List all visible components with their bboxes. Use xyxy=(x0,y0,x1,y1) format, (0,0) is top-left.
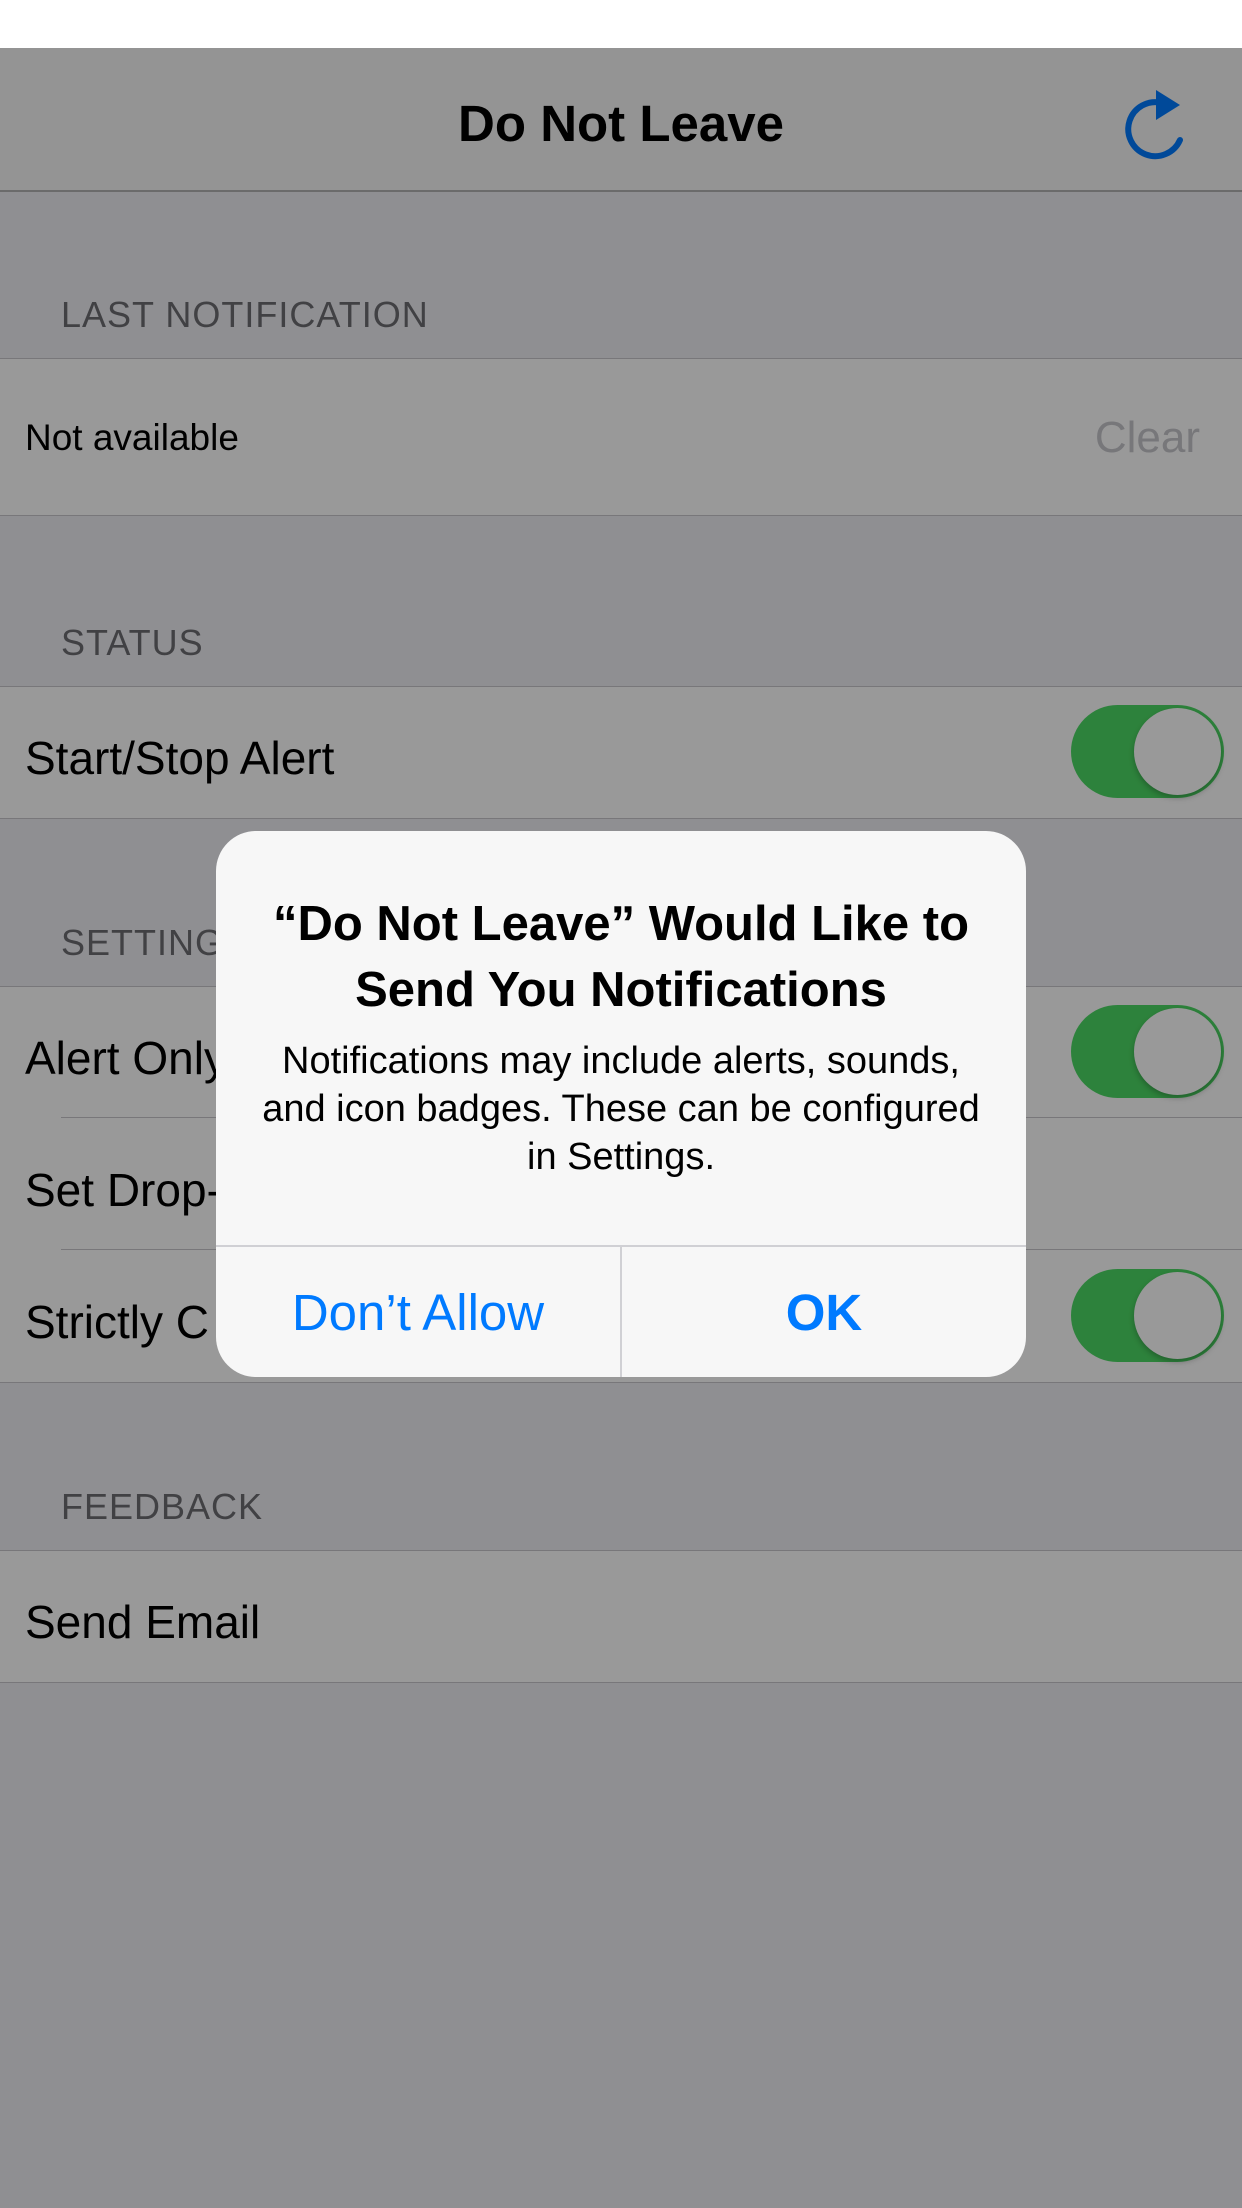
status-bar xyxy=(0,0,1242,48)
ok-button[interactable]: OK xyxy=(622,1247,1026,1377)
dont-allow-button[interactable]: Don’t Allow xyxy=(216,1247,620,1377)
alert-message: Notifications may include alerts, sounds… xyxy=(262,1040,980,1178)
notification-permission-alert: “Do Not Leave” Would Like to Send You No… xyxy=(216,831,1026,1377)
alert-title: “Do Not Leave” Would Like to Send You No… xyxy=(272,897,970,1017)
